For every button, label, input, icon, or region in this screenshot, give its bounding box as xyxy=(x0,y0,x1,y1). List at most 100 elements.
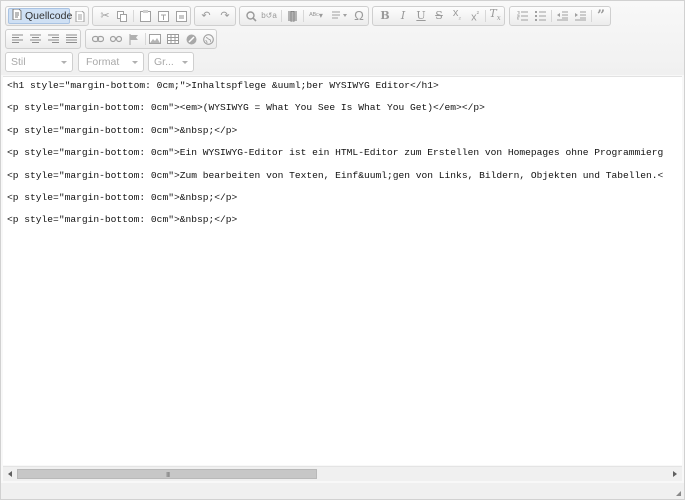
paste-button[interactable] xyxy=(136,8,154,24)
link-button[interactable] xyxy=(89,31,107,47)
superscript-button[interactable]: x² xyxy=(466,8,484,24)
document-button[interactable] xyxy=(71,8,89,24)
chevron-down-icon xyxy=(182,61,188,64)
undo-icon: ↶ xyxy=(201,10,211,22)
blockquote-button[interactable]: ” xyxy=(592,8,610,24)
toolbar-group-document: Quellcode xyxy=(5,6,89,26)
copy-icon xyxy=(116,10,128,22)
indent-icon xyxy=(574,11,586,21)
chevron-down-icon xyxy=(132,61,138,64)
paste-icon xyxy=(139,10,151,22)
undo-button[interactable]: ↶ xyxy=(197,8,215,24)
source-line: <p style="margin-bottom: 0cm">&nbsp;</p> xyxy=(7,125,238,136)
editor-bottom-bar xyxy=(1,483,684,499)
align-center-icon xyxy=(29,34,41,44)
toolbar-group-paragraph: ” xyxy=(509,6,611,26)
chevron-down-icon xyxy=(61,61,67,64)
size-combo[interactable]: Gr... xyxy=(148,52,194,72)
select-all-button[interactable] xyxy=(283,8,301,24)
table-button[interactable] xyxy=(164,31,182,47)
anchor-button[interactable] xyxy=(125,31,143,47)
toolbar-group-insert xyxy=(85,29,217,49)
iframe-button[interactable] xyxy=(199,31,217,47)
separator xyxy=(551,10,552,22)
indent-button[interactable] xyxy=(571,8,589,24)
iframe-icon xyxy=(202,33,214,45)
find-icon xyxy=(245,10,257,22)
source-button[interactable]: Quellcode xyxy=(8,8,72,24)
cut-button[interactable]: ✂ xyxy=(96,8,114,24)
bulleted-list-icon xyxy=(534,11,546,21)
source-line: <p style="margin-bottom: 0cm">&nbsp;</p> xyxy=(7,214,238,225)
source-icon xyxy=(12,8,22,23)
document-icon xyxy=(75,10,85,22)
numbered-list-button[interactable] xyxy=(513,8,531,24)
align-left-button[interactable] xyxy=(8,31,26,47)
scroll-left-icon[interactable] xyxy=(8,471,12,477)
toolbar-group-history: ↶ ↷ xyxy=(194,6,236,26)
anchor-icon xyxy=(129,33,139,45)
align-right-icon xyxy=(47,34,59,44)
scayt-icon xyxy=(331,11,347,21)
find-button[interactable] xyxy=(242,8,260,24)
redo-button[interactable]: ↷ xyxy=(216,8,234,24)
style-combo-label: Stil xyxy=(11,56,26,68)
format-combo[interactable]: Format xyxy=(78,52,144,72)
strike-button[interactable]: S xyxy=(430,8,448,24)
align-right-button[interactable] xyxy=(44,31,62,47)
source-line: <p style="margin-bottom: 0cm">&nbsp;</p> xyxy=(7,192,238,203)
special-char-button[interactable]: Ω xyxy=(350,8,368,24)
cut-icon: ✂ xyxy=(100,10,110,22)
remove-format-icon: Tx xyxy=(489,6,501,23)
separator xyxy=(133,10,134,22)
select-all-icon xyxy=(287,10,298,22)
horizontal-rule-icon xyxy=(186,34,197,45)
special-char-icon: Ω xyxy=(354,8,364,23)
spellcheck-icon: ᴬᴮᶜ▾ xyxy=(309,11,323,20)
resize-handle-icon[interactable] xyxy=(676,491,681,496)
subscript-button[interactable]: x₂ xyxy=(448,7,466,24)
source-line: <h1 style="margin-bottom: 0cm;">Inhaltsp… xyxy=(7,80,439,91)
paste-word-icon xyxy=(175,10,187,22)
paste-word-button[interactable] xyxy=(172,8,190,24)
justify-icon xyxy=(65,34,77,44)
strike-icon: S xyxy=(435,9,443,22)
image-icon xyxy=(149,34,161,44)
replace-button[interactable]: b↺a xyxy=(260,8,278,24)
bulleted-list-button[interactable] xyxy=(531,8,549,24)
numbered-list-icon xyxy=(516,11,528,21)
horizontal-scrollbar[interactable]: III xyxy=(3,466,682,481)
outdent-button[interactable] xyxy=(553,8,571,24)
subscript-icon: x₂ xyxy=(452,7,462,22)
copy-button[interactable] xyxy=(113,8,131,24)
horizontal-rule-button[interactable] xyxy=(182,31,200,47)
scroll-right-icon[interactable] xyxy=(673,471,677,477)
image-button[interactable] xyxy=(146,31,164,47)
bold-button[interactable]: B xyxy=(376,8,394,24)
separator xyxy=(303,10,304,22)
italic-button[interactable]: I xyxy=(394,8,412,24)
redo-icon: ↷ xyxy=(220,10,230,22)
unlink-button[interactable] xyxy=(107,31,125,47)
scayt-button[interactable] xyxy=(328,8,350,24)
outdent-icon xyxy=(556,11,568,21)
paste-text-button[interactable] xyxy=(154,8,172,24)
scrollbar-thumb[interactable]: III xyxy=(17,469,317,479)
source-line: <p style="margin-bottom: 0cm">Zum bearbe… xyxy=(7,170,664,181)
table-icon xyxy=(167,34,179,44)
align-center-button[interactable] xyxy=(26,31,44,47)
italic-icon: I xyxy=(400,9,406,22)
source-textarea[interactable]: <h1 style="margin-bottom: 0cm;">Inhaltsp… xyxy=(3,76,682,465)
justify-button[interactable] xyxy=(62,31,80,47)
source-line: <p style="margin-bottom: 0cm">Ein WYSIWY… xyxy=(7,147,664,158)
toolbar-group-align xyxy=(5,29,81,49)
spellcheck-button[interactable]: ᴬᴮᶜ▾ xyxy=(305,8,327,24)
source-line: <p style="margin-bottom: 0cm"><em>(WYSIW… xyxy=(7,102,485,113)
remove-format-button[interactable]: Tx xyxy=(486,6,504,24)
link-icon xyxy=(92,35,104,43)
align-left-icon xyxy=(11,34,23,44)
toolbar-group-clipboard: ✂ xyxy=(92,6,191,26)
toolbar-group-editing: b↺a ᴬᴮᶜ▾ Ω xyxy=(239,6,369,26)
underline-button[interactable]: U xyxy=(412,8,430,24)
style-combo[interactable]: Stil xyxy=(5,52,73,72)
